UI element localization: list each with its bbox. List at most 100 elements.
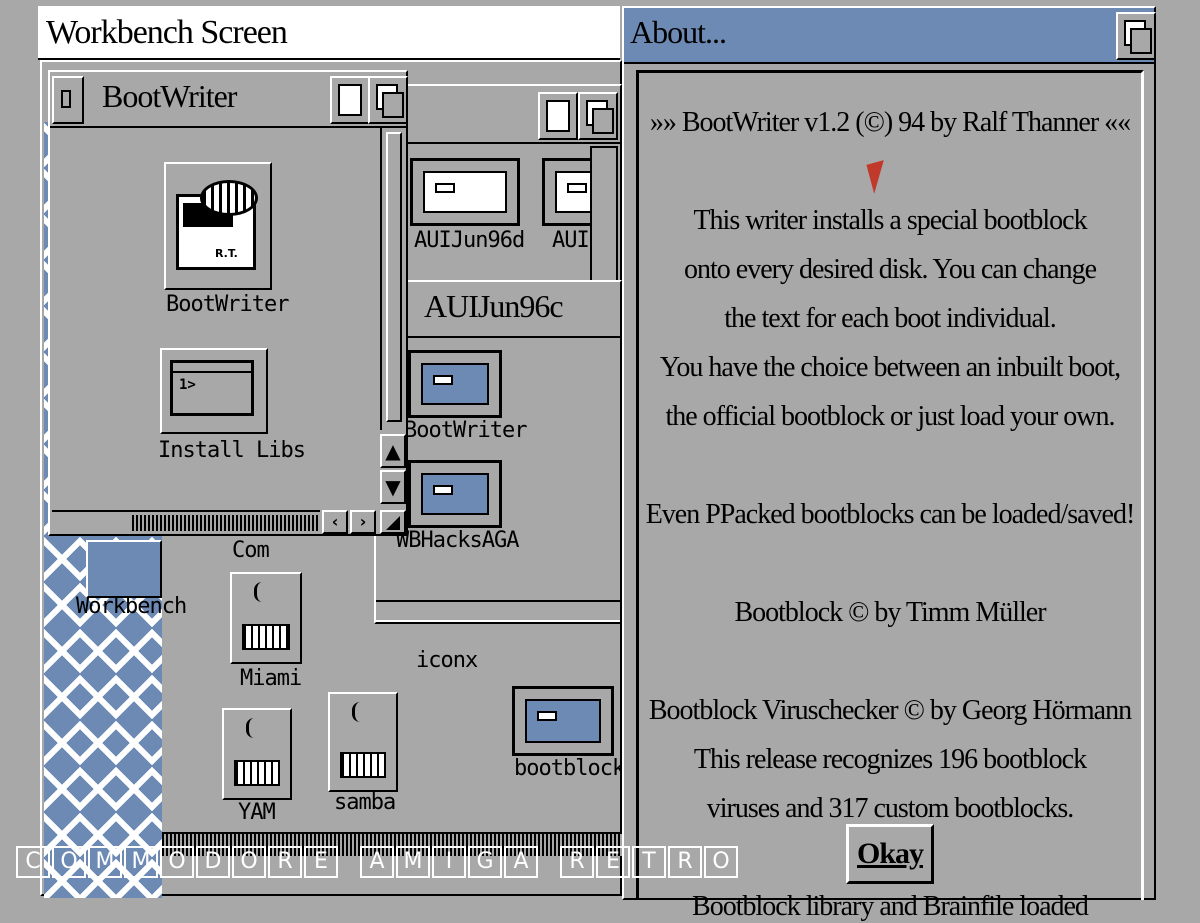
- about-line-11: viruses and 317 custom bootblocks.: [706, 793, 1075, 824]
- auijun96c-title-bar[interactable]: AUIJun96c: [376, 282, 620, 338]
- bootblock-label: bootblock: [514, 756, 625, 781]
- zoom-icon: [546, 100, 570, 132]
- bootwriter-depth-button[interactable]: [368, 76, 408, 124]
- about-line-2: This writer installs a special bootblock: [693, 205, 1087, 236]
- okay-label: Okay: [856, 837, 924, 870]
- screen-title: Workbench Screen: [46, 14, 288, 51]
- bootwriter-close-button[interactable]: [52, 76, 84, 124]
- about-depth-button[interactable]: [1116, 12, 1156, 60]
- screen-title-bar[interactable]: Workbench Screen: [38, 6, 620, 60]
- bootwriter-app-label: BootWriter: [166, 292, 289, 317]
- samba-icon[interactable]: [328, 692, 398, 792]
- bootwriter-vertical-scrollbar[interactable]: [380, 128, 406, 430]
- bootwriter-title-bar[interactable]: BootWriter: [50, 72, 408, 128]
- watermark-letter: R: [560, 846, 594, 878]
- partial-icon-label: Com: [232, 538, 270, 563]
- wbhacksaga-icon[interactable]: [408, 460, 502, 528]
- keyboard-icon: [242, 624, 290, 650]
- auijun96c-window[interactable]: AUIJun96c BootWriter WBHacksAGA: [374, 280, 622, 624]
- auijun96c-bottom-border: [376, 600, 620, 622]
- watermark: COMMODORE AMIGA RETRO: [16, 846, 738, 878]
- install-libs-icon[interactable]: 1>: [160, 348, 268, 434]
- watermark-letter: E: [304, 846, 338, 878]
- about-line-9: Bootblock Viruschecker © by Georg Hörman…: [648, 695, 1132, 726]
- watermark-letter: G: [468, 846, 502, 878]
- about-line-3: onto every desired disk. You can change: [683, 254, 1097, 285]
- bootwriter-window[interactable]: BootWriter R.T. BootWriter 1> Install Li…: [48, 70, 408, 536]
- scroll-left-button[interactable]: ‹: [322, 510, 348, 534]
- about-line-7: Even PPacked bootblocks can be loaded/sa…: [645, 499, 1136, 530]
- shell-prompt: 1>: [179, 377, 196, 393]
- about-title: About...: [630, 14, 727, 50]
- arrow-left-icon: ‹: [331, 512, 339, 531]
- about-line-1: »» BootWriter v1.2 (©) 94 by Ralf Thanne…: [649, 107, 1131, 138]
- back-drawer-vertical-scrollbar[interactable]: [590, 146, 618, 282]
- watermark-letter: M: [124, 846, 158, 878]
- bootwriter-title: BootWriter: [102, 78, 237, 114]
- watermark-letter: M: [396, 846, 430, 878]
- workbench-drive-icon[interactable]: [86, 540, 162, 598]
- arrow-down-icon: ▼: [385, 475, 401, 499]
- horizontal-scroll-knob[interactable]: [132, 515, 318, 531]
- okay-button[interactable]: Okay: [846, 824, 934, 884]
- aui-label: AUI: [552, 228, 590, 253]
- watermark-letter: A: [360, 846, 394, 878]
- back-drawer-zoom-button[interactable]: [538, 92, 578, 140]
- auijun96d-icon[interactable]: [410, 158, 520, 226]
- watermark-letter: E: [596, 846, 630, 878]
- watermark-letter: R: [668, 846, 702, 878]
- back-drawer-depth-button[interactable]: [578, 92, 618, 140]
- close-icon: [61, 90, 71, 108]
- watermark-letter: O: [232, 846, 266, 878]
- watermark-letter: M: [88, 846, 122, 878]
- keyboard-icon: [340, 752, 386, 778]
- bootwriter-zoom-button[interactable]: [330, 76, 370, 124]
- miami-label: Miami: [240, 666, 302, 691]
- bootwriter-app-icon[interactable]: R.T.: [164, 162, 272, 290]
- miami-cord-icon: [254, 582, 271, 602]
- watermark-letter: R: [268, 846, 302, 878]
- about-line-6: the official bootblock or just load your…: [665, 401, 1115, 432]
- keyboard-icon: [234, 760, 280, 786]
- watermark-letter: T: [632, 846, 666, 878]
- watermark-letter: I: [432, 846, 466, 878]
- miami-icon[interactable]: [230, 572, 302, 664]
- bootblock-icon[interactable]: [512, 686, 614, 756]
- yam-label: YAM: [238, 800, 276, 825]
- about-line-4: the text for each boot individual.: [724, 303, 1056, 334]
- auijun96d-label: AUIJun96d: [414, 228, 525, 253]
- back-drawer-title-bar[interactable]: [378, 86, 620, 144]
- speech-bubble-icon: [200, 180, 258, 216]
- about-line-12: Bootblock library and Brainfile loaded: [692, 891, 1089, 922]
- arrow-right-icon: ›: [359, 512, 367, 531]
- samba-cord-icon: [352, 702, 369, 722]
- resize-icon: [386, 516, 400, 530]
- bootwriter-drawer-label: BootWriter: [404, 418, 527, 443]
- about-line-8: Bootblock © by Timm Müller: [734, 597, 1046, 628]
- about-window[interactable]: About... »» BootWriter v1.2 (©) 94 by Ra…: [622, 6, 1156, 922]
- scroll-up-button[interactable]: ▲: [380, 434, 406, 468]
- watermark-gap: [340, 846, 358, 878]
- watermark-letter: A: [504, 846, 538, 878]
- bootwriter-horizontal-scrollbar[interactable]: [52, 510, 320, 534]
- auijun96c-title: AUIJun96c: [424, 288, 564, 324]
- yam-cord-icon: [246, 718, 263, 738]
- yam-icon[interactable]: [222, 708, 292, 800]
- about-title-bar[interactable]: About...: [624, 8, 1156, 64]
- scroll-right-button[interactable]: ›: [350, 510, 376, 534]
- arrow-up-icon: ▲: [385, 439, 401, 463]
- wbhacksaga-label: WBHacksAGA: [396, 528, 519, 553]
- install-libs-label: Install Libs: [158, 438, 306, 463]
- bootwriter-drawer-icon[interactable]: [408, 350, 502, 418]
- vertical-scroll-knob[interactable]: [386, 132, 402, 422]
- zoom-icon: [338, 84, 362, 116]
- watermark-letter: O: [704, 846, 738, 878]
- samba-label: samba: [334, 790, 396, 815]
- watermark-gap: [540, 846, 558, 878]
- watermark-letter: C: [16, 846, 50, 878]
- about-line-5: You have the choice between an inbuilt b…: [659, 352, 1121, 383]
- workbench-icon-label: Workbench: [76, 594, 187, 619]
- shell-window-icon: 1>: [170, 360, 254, 416]
- scroll-down-button[interactable]: ▼: [380, 470, 406, 504]
- resize-handle[interactable]: [380, 510, 406, 534]
